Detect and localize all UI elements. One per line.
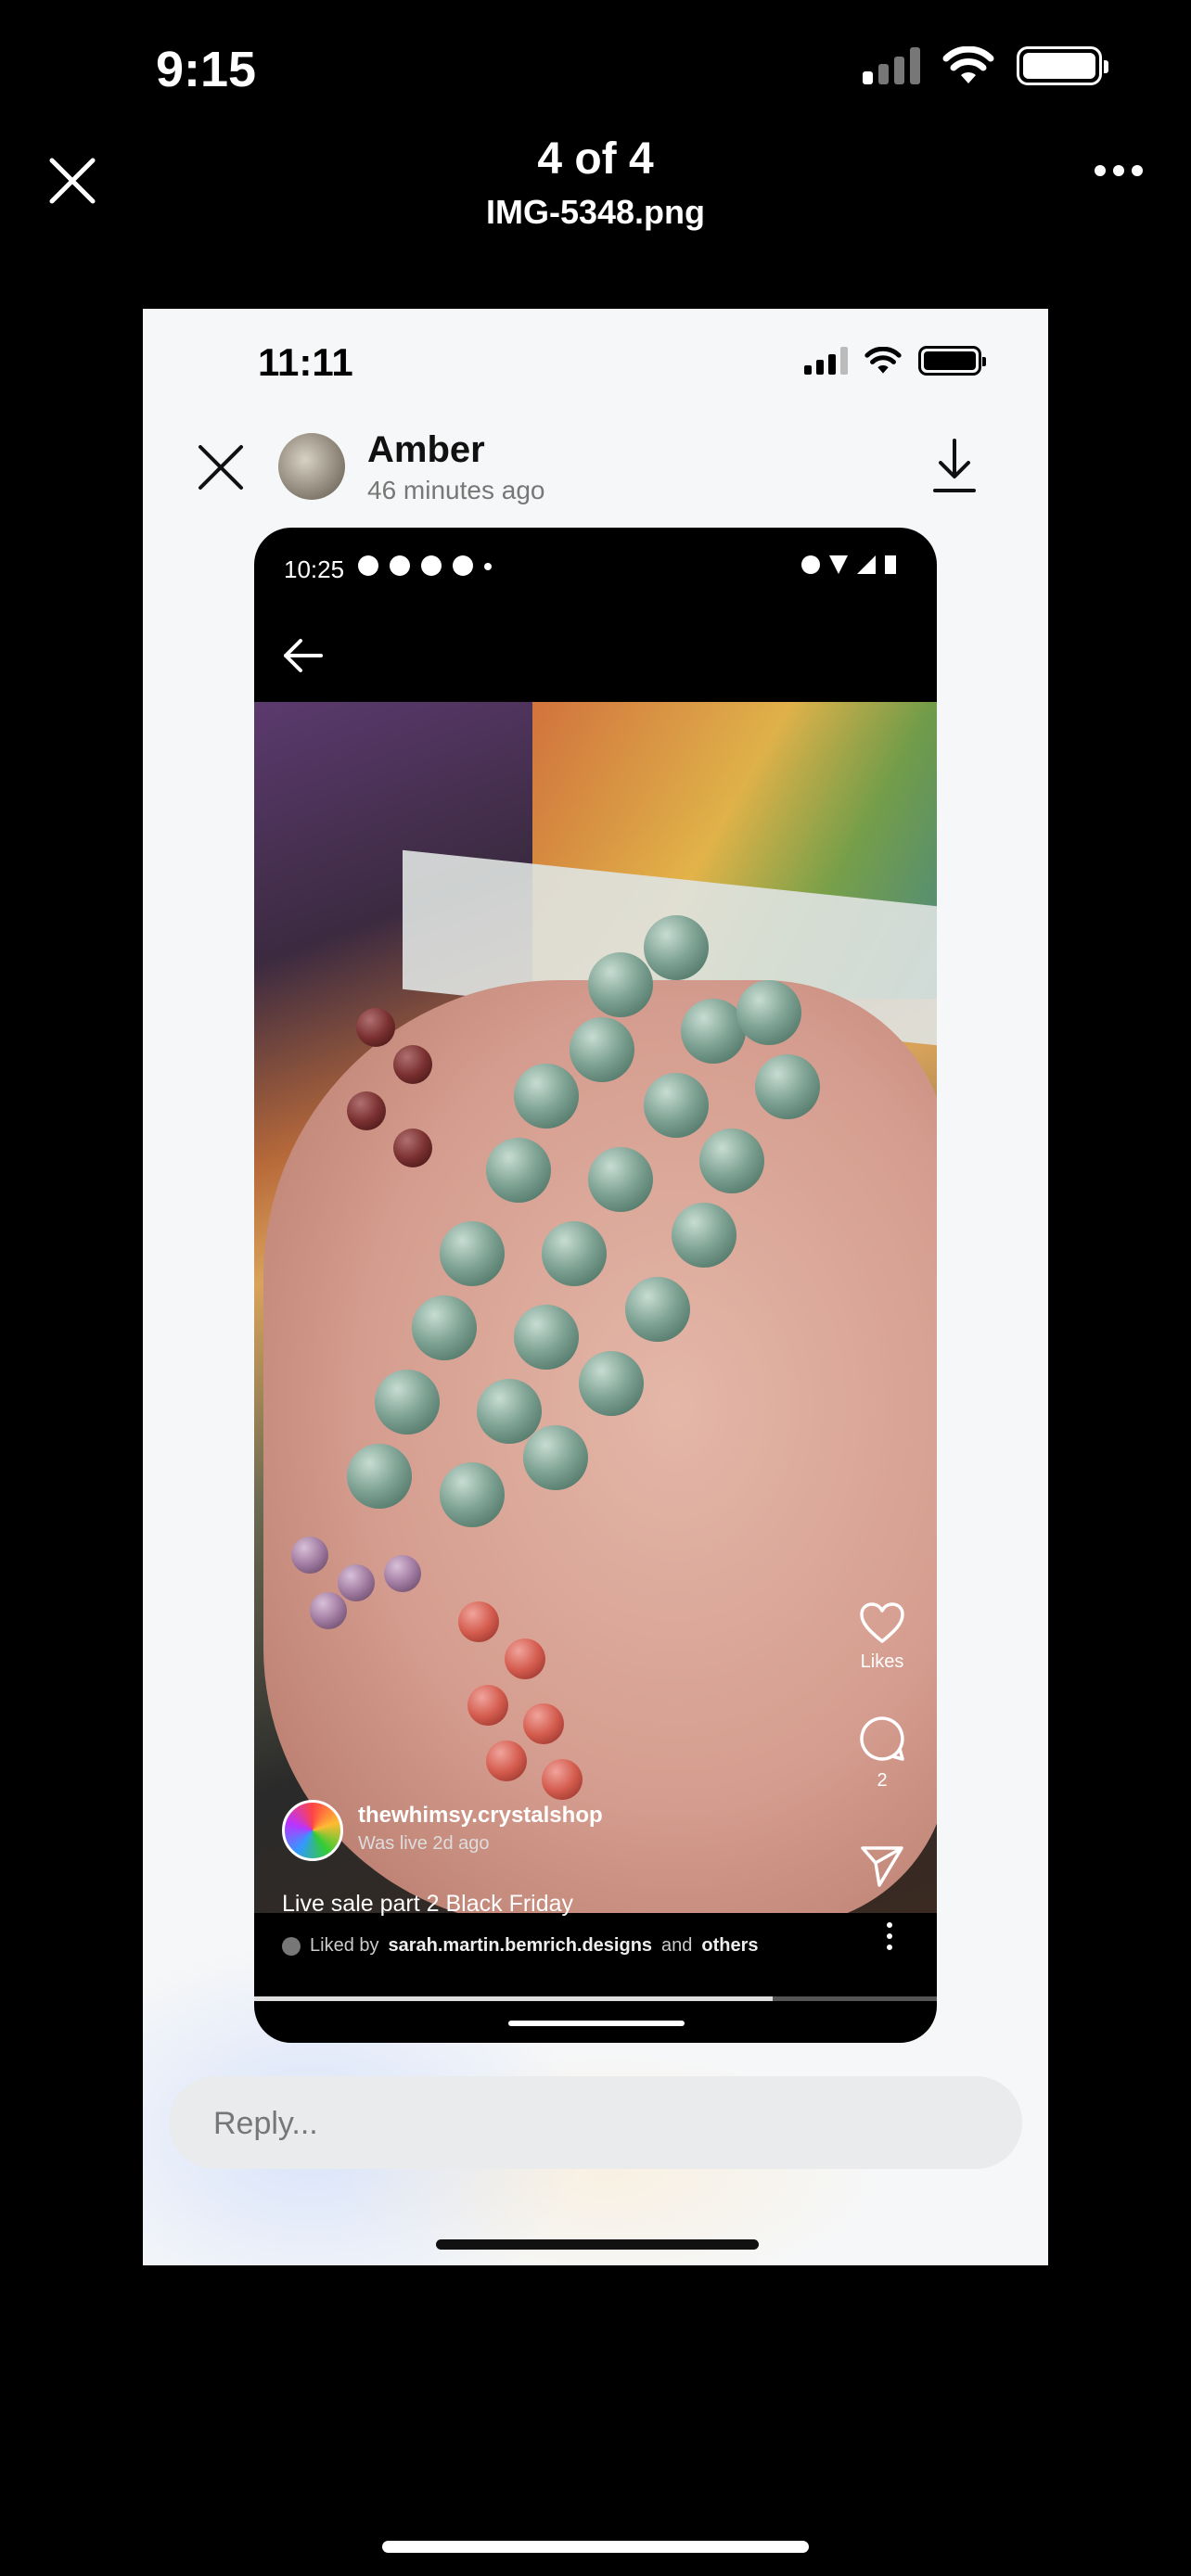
notification-icons bbox=[358, 555, 492, 576]
screenshot-image: 11:11 Amber 46 minutes ago 10:25 Likes 2… bbox=[143, 309, 1048, 2265]
download-icon[interactable] bbox=[929, 437, 980, 496]
liker-avatar bbox=[282, 1936, 301, 1956]
inner-status-icons bbox=[804, 346, 986, 376]
snapchat-icon bbox=[390, 555, 410, 576]
screenshot-home-indicator bbox=[436, 2239, 759, 2250]
liked-by-prefix: Liked by bbox=[310, 1935, 379, 1956]
reply-input[interactable]: Reply... bbox=[169, 2076, 1022, 2169]
comment-icon bbox=[860, 1716, 904, 1761]
inner-phone-screenshot: 10:25 Likes 2 thewhimsy.crystalshop Was … bbox=[254, 528, 937, 2043]
shop-account-name[interactable]: thewhimsy.crystalshop bbox=[358, 1803, 603, 1829]
battery-icon bbox=[885, 555, 896, 574]
reply-placeholder: Reply... bbox=[213, 2106, 318, 2141]
story-user-name[interactable]: Amber bbox=[367, 429, 485, 471]
likes-label: Likes bbox=[860, 1651, 904, 1672]
story-timestamp: 46 minutes ago bbox=[367, 476, 545, 504]
wifi-icon bbox=[829, 555, 848, 574]
inner-home-indicator bbox=[508, 2021, 685, 2026]
liked-by-and: and bbox=[661, 1935, 693, 1956]
post-more-icon[interactable] bbox=[887, 1922, 896, 1950]
wifi-icon bbox=[942, 46, 994, 83]
snapchat-icon bbox=[421, 555, 442, 576]
live-status: Was live 2d ago bbox=[358, 1833, 490, 1854]
live-video-frame[interactable] bbox=[254, 702, 937, 1913]
liked-by-others: others bbox=[701, 1935, 759, 1956]
messenger-icon bbox=[358, 555, 378, 576]
shop-avatar[interactable] bbox=[282, 1800, 343, 1861]
story-close-icon[interactable] bbox=[197, 443, 245, 491]
inner-wifi-icon bbox=[864, 347, 902, 374]
back-arrow-icon[interactable] bbox=[282, 637, 325, 674]
comment-button[interactable]: 2 bbox=[840, 1715, 924, 1792]
status-time: 9:15 bbox=[156, 42, 257, 97]
inner-status-time: 11:11 bbox=[258, 340, 353, 384]
alarm-icon bbox=[801, 555, 820, 574]
share-button[interactable] bbox=[840, 1844, 924, 1894]
cellular-signal-icon bbox=[863, 47, 920, 84]
inner-phone-time: 10:25 bbox=[284, 555, 345, 583]
inner-battery-icon bbox=[918, 346, 986, 376]
heart-icon bbox=[860, 1602, 904, 1643]
viewer-filename: IMG-5348.png bbox=[485, 193, 706, 231]
liked-by-line[interactable]: Liked by sarah.martin.bemrich.designs an… bbox=[282, 1935, 759, 1957]
liked-by-user: sarah.martin.bemrich.designs bbox=[388, 1935, 653, 1956]
status-icons bbox=[863, 46, 1108, 85]
like-button[interactable]: Likes bbox=[840, 1601, 924, 1673]
viewer-title: 4 of 4 bbox=[537, 134, 654, 184]
paper-plane-icon bbox=[861, 1846, 903, 1887]
inner-cellular-icon bbox=[804, 347, 848, 375]
user-avatar[interactable] bbox=[278, 433, 345, 500]
battery-icon bbox=[1017, 46, 1108, 85]
more-options-icon[interactable] bbox=[1095, 165, 1143, 176]
home-indicator[interactable] bbox=[382, 2541, 809, 2553]
inner-phone-system-icons bbox=[801, 555, 896, 574]
signal-icon bbox=[857, 555, 876, 574]
comment-count: 2 bbox=[877, 1770, 888, 1791]
video-progress-bar[interactable] bbox=[254, 1996, 937, 2001]
more-notifications-dot bbox=[484, 563, 492, 570]
snapchat-icon bbox=[453, 555, 473, 576]
post-caption: Live sale part 2 Black Friday bbox=[282, 1891, 574, 1917]
